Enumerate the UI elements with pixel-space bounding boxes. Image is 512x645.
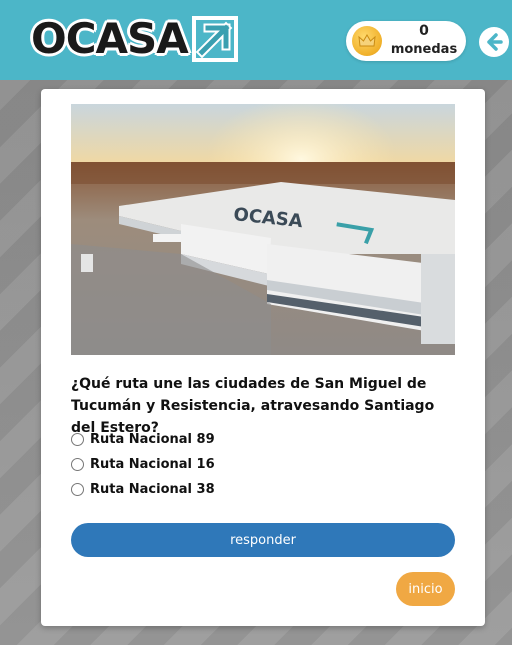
radio-button[interactable] xyxy=(71,433,84,446)
quiz-card: OCASA ¿Qué ruta une las ciudades de San … xyxy=(41,89,485,626)
radio-button[interactable] xyxy=(71,458,84,471)
option-label: Ruta Nacional 89 xyxy=(90,432,215,447)
option-label: Ruta Nacional 38 xyxy=(90,482,215,497)
coin-balance: 0 monedas xyxy=(346,21,466,61)
coin-label: monedas xyxy=(390,42,458,57)
ocasa-logo: OCASA xyxy=(31,16,238,62)
crown-coin-icon xyxy=(352,26,382,56)
option-1[interactable]: Ruta Nacional 89 xyxy=(71,427,215,452)
option-3[interactable]: Ruta Nacional 38 xyxy=(71,477,215,502)
coin-count: 0 xyxy=(419,23,429,39)
home-button[interactable]: inicio xyxy=(396,572,455,606)
back-button[interactable] xyxy=(479,27,509,57)
arrow-left-icon xyxy=(487,33,503,51)
respond-button[interactable]: responder xyxy=(71,523,455,557)
option-label: Ruta Nacional 16 xyxy=(90,457,215,472)
radio-button[interactable] xyxy=(71,483,84,496)
arrow-up-right-icon xyxy=(191,16,238,62)
answer-options: Ruta Nacional 89 Ruta Nacional 16 Ruta N… xyxy=(71,427,215,502)
ocasa-warehouse-photo: OCASA xyxy=(71,104,455,355)
top-bar: OCASA 0 monedas xyxy=(0,0,512,80)
option-2[interactable]: Ruta Nacional 16 xyxy=(71,452,215,477)
brand-name: OCASA xyxy=(31,14,189,63)
